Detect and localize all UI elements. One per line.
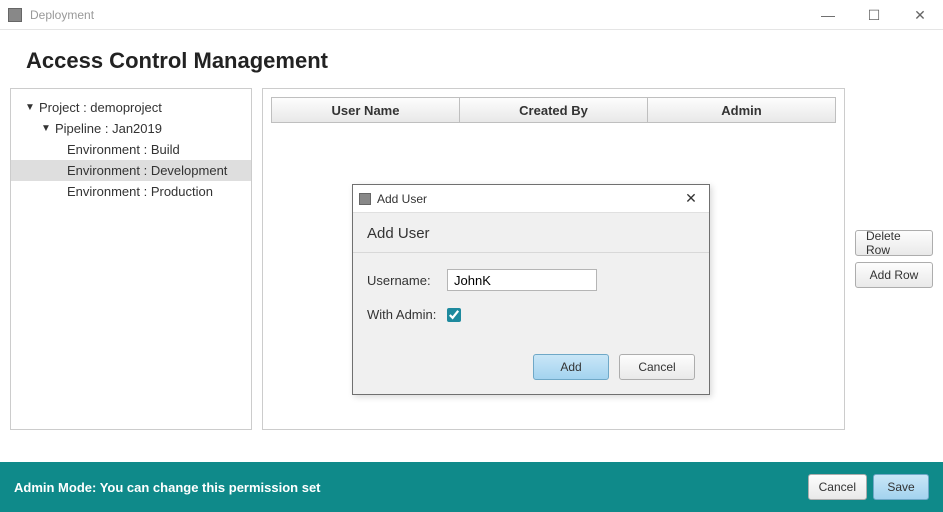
add-row-button[interactable]: Add Row xyxy=(855,262,933,288)
cancel-button[interactable]: Cancel xyxy=(619,354,695,380)
col-createdby[interactable]: Created By xyxy=(460,97,648,123)
tree-env-label: Environment : Build xyxy=(67,142,180,157)
dialog-body: Username: With Admin: xyxy=(353,253,709,348)
tree-env-development[interactable]: Environment : Development xyxy=(11,160,251,181)
username-row: Username: xyxy=(367,269,695,291)
footer-cancel-button[interactable]: Cancel xyxy=(808,474,867,500)
chevron-down-icon: ▼ xyxy=(41,123,53,134)
dialog-heading: Add User xyxy=(353,213,709,253)
add-button[interactable]: Add xyxy=(533,354,609,380)
page-header: Access Control Management xyxy=(0,30,943,88)
username-input[interactable] xyxy=(447,269,597,291)
tree-env-label: Environment : Development xyxy=(67,163,227,178)
footer-bar: Admin Mode: You can change this permissi… xyxy=(0,462,943,512)
tree-pipeline-label: Pipeline : Jan2019 xyxy=(55,121,162,136)
tree-project[interactable]: ▼ Project : demoproject xyxy=(11,97,251,118)
chevron-down-icon: ▼ xyxy=(25,102,37,113)
window-titlebar: Deployment — ☐ ✕ xyxy=(0,0,943,30)
status-text: Admin Mode: You can change this permissi… xyxy=(14,480,808,495)
minimize-button[interactable]: — xyxy=(805,0,851,30)
footer-save-button[interactable]: Save xyxy=(873,474,929,500)
add-user-dialog: Add User ✕ Add User Username: With Admin… xyxy=(352,184,710,395)
page-title: Access Control Management xyxy=(26,48,917,74)
dialog-titlebar[interactable]: Add User ✕ xyxy=(353,185,709,213)
close-icon[interactable]: ✕ xyxy=(679,189,703,209)
table-header: User Name Created By Admin xyxy=(271,97,836,123)
close-button[interactable]: ✕ xyxy=(897,0,943,30)
window-title: Deployment xyxy=(30,8,805,22)
window-controls: — ☐ ✕ xyxy=(805,0,943,29)
username-label: Username: xyxy=(367,273,447,288)
row-buttons: Delete Row Add Row xyxy=(855,88,933,430)
tree-project-label: Project : demoproject xyxy=(39,100,162,115)
col-username[interactable]: User Name xyxy=(271,97,460,123)
with-admin-row: With Admin: xyxy=(367,307,695,322)
delete-row-button[interactable]: Delete Row xyxy=(855,230,933,256)
with-admin-checkbox[interactable] xyxy=(447,308,461,322)
dialog-buttons: Add Cancel xyxy=(353,348,709,394)
tree-pipeline[interactable]: ▼ Pipeline : Jan2019 xyxy=(11,118,251,139)
with-admin-label: With Admin: xyxy=(367,307,447,322)
tree-env-label: Environment : Production xyxy=(67,184,213,199)
dialog-window-title: Add User xyxy=(377,192,679,206)
maximize-button[interactable]: ☐ xyxy=(851,0,897,30)
app-icon xyxy=(359,193,371,205)
col-admin[interactable]: Admin xyxy=(648,97,836,123)
tree-sidebar: ▼ Project : demoproject ▼ Pipeline : Jan… xyxy=(10,88,252,430)
tree-env-production[interactable]: Environment : Production xyxy=(11,181,251,202)
app-icon xyxy=(8,8,22,22)
tree-env-build[interactable]: Environment : Build xyxy=(11,139,251,160)
